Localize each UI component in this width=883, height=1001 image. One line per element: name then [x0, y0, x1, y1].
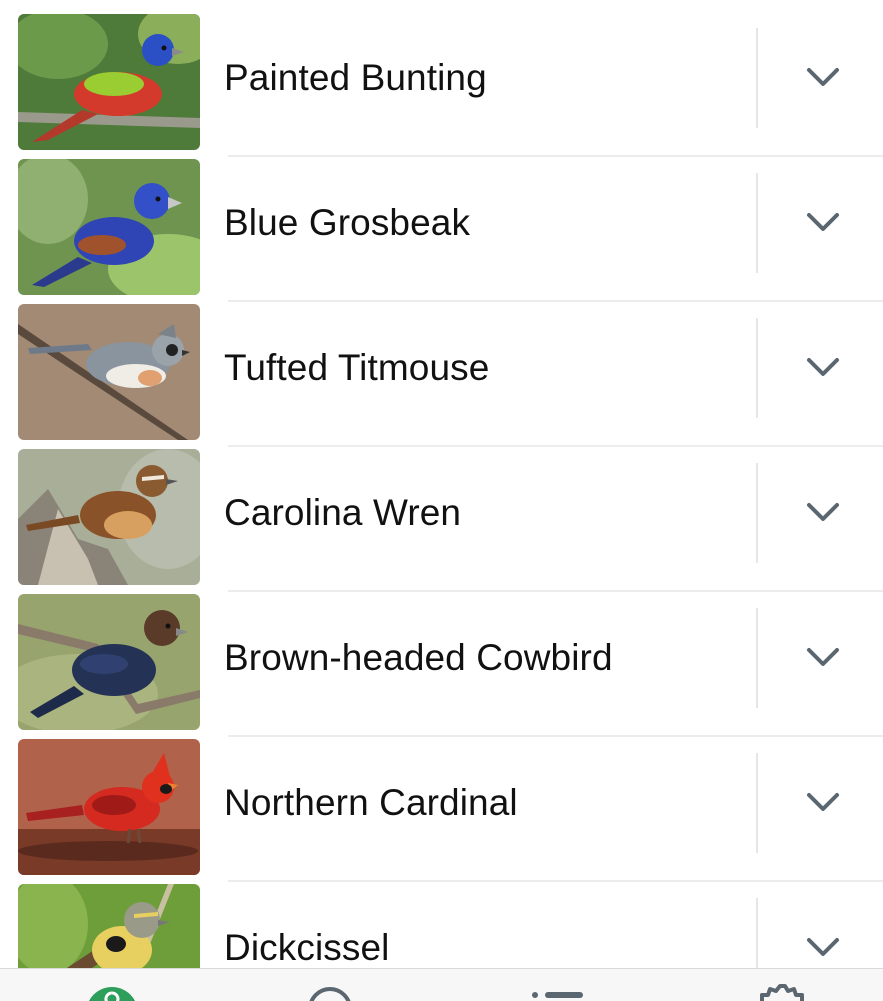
divider	[756, 753, 758, 853]
tufted-titmouse-photo	[18, 304, 200, 440]
bird-row-tufted-titmouse[interactable]: Tufted Titmouse	[0, 290, 883, 447]
tab-home[interactable]	[82, 969, 142, 1001]
carolina-wren-photo	[18, 449, 200, 585]
divider	[756, 173, 758, 273]
chevron-down-icon[interactable]	[803, 352, 843, 382]
gear-icon	[760, 984, 804, 1001]
bird-name: Blue Grosbeak	[224, 202, 471, 243]
bird-name: Dickcissel	[224, 927, 390, 968]
bird-name: Tufted Titmouse	[224, 347, 490, 388]
dickcissel-photo	[18, 884, 200, 970]
chevron-down-icon[interactable]	[803, 642, 843, 672]
chevron-down-icon[interactable]	[803, 787, 843, 817]
bird-row-dickcissel[interactable]: Dickcissel	[0, 870, 883, 970]
bird-row-carolina-wren[interactable]: Carolina Wren	[0, 435, 883, 592]
bird-name: Carolina Wren	[224, 492, 462, 533]
divider	[756, 463, 758, 563]
bird-list: Painted Bunting Blue Grosbeak Tufted Tit…	[0, 0, 883, 970]
bird-name: Painted Bunting	[224, 57, 487, 98]
bird-row-blue-grosbeak[interactable]: Blue Grosbeak	[0, 145, 883, 302]
blue-grosbeak-photo	[18, 159, 200, 295]
divider	[756, 608, 758, 708]
chevron-down-icon[interactable]	[803, 932, 843, 962]
tab-list[interactable]	[527, 969, 587, 1001]
chevron-down-icon[interactable]	[803, 62, 843, 92]
home-icon	[88, 987, 136, 1001]
bird-row-brown-headed-cowbird[interactable]: Brown-headed Cowbird	[0, 580, 883, 737]
list-icon	[532, 992, 583, 998]
divider	[756, 318, 758, 418]
painted-bunting-photo	[18, 14, 200, 150]
bird-row-painted-bunting[interactable]: Painted Bunting	[0, 0, 883, 157]
chevron-down-icon[interactable]	[803, 207, 843, 237]
bird-name: Northern Cardinal	[224, 782, 518, 823]
bird-row-northern-cardinal[interactable]: Northern Cardinal	[0, 725, 883, 882]
divider	[756, 898, 758, 970]
search-icon	[309, 987, 351, 1001]
tab-bar	[0, 968, 883, 1001]
tab-settings[interactable]	[752, 969, 812, 1001]
divider	[756, 28, 758, 128]
chevron-down-icon[interactable]	[803, 497, 843, 527]
brown-headed-cowbird-photo	[18, 594, 200, 730]
bird-name: Brown-headed Cowbird	[224, 637, 613, 678]
tab-search[interactable]	[300, 969, 360, 1001]
northern-cardinal-photo	[18, 739, 200, 875]
